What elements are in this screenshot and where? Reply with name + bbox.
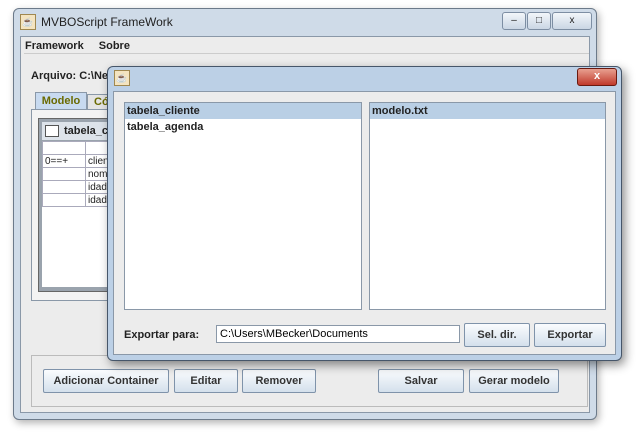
select-dir-button[interactable]: Sel. dir. — [464, 323, 530, 347]
menu-sobre[interactable]: Sobre — [99, 40, 130, 52]
java-icon: ☕ — [114, 70, 130, 86]
tables-list[interactable]: tabela_cliente tabela_agenda — [124, 102, 362, 310]
edit-button[interactable]: Editar — [174, 369, 238, 393]
maximize-button[interactable]: □ — [527, 12, 551, 30]
close-button[interactable]: x — [552, 12, 592, 30]
add-container-button[interactable]: Adicionar Container — [43, 369, 169, 393]
save-button[interactable]: Salvar — [378, 369, 464, 393]
files-list[interactable]: modelo.txt — [369, 102, 606, 310]
list-item[interactable]: tabela_agenda — [125, 119, 361, 135]
java-icon: ☕ — [20, 14, 36, 30]
tab-modelo[interactable]: Modelo — [35, 92, 87, 110]
list-item[interactable]: tabela_cliente — [125, 103, 361, 119]
generate-model-button[interactable]: Gerar modelo — [469, 369, 559, 393]
remove-button[interactable]: Remover — [242, 369, 316, 393]
export-button[interactable]: Exportar — [534, 323, 606, 347]
minimize-button[interactable]: – — [502, 12, 526, 30]
export-dialog: ☕ x tabela_cliente tabela_agenda modelo.… — [107, 66, 622, 361]
entity-title: tabela_cl — [64, 125, 112, 137]
window-title: MVBOScript FrameWork — [41, 15, 173, 29]
frame-icon — [45, 125, 59, 137]
list-item[interactable]: modelo.txt — [370, 103, 605, 119]
dialog-close-button[interactable]: x — [577, 68, 617, 86]
dialog-title-bar: ☕ — [108, 67, 621, 89]
menu-framework[interactable]: Framework — [25, 40, 84, 52]
export-label: Exportar para: — [124, 329, 200, 341]
export-path-input[interactable] — [216, 325, 460, 343]
menu-bar: Framework Sobre — [25, 40, 142, 52]
